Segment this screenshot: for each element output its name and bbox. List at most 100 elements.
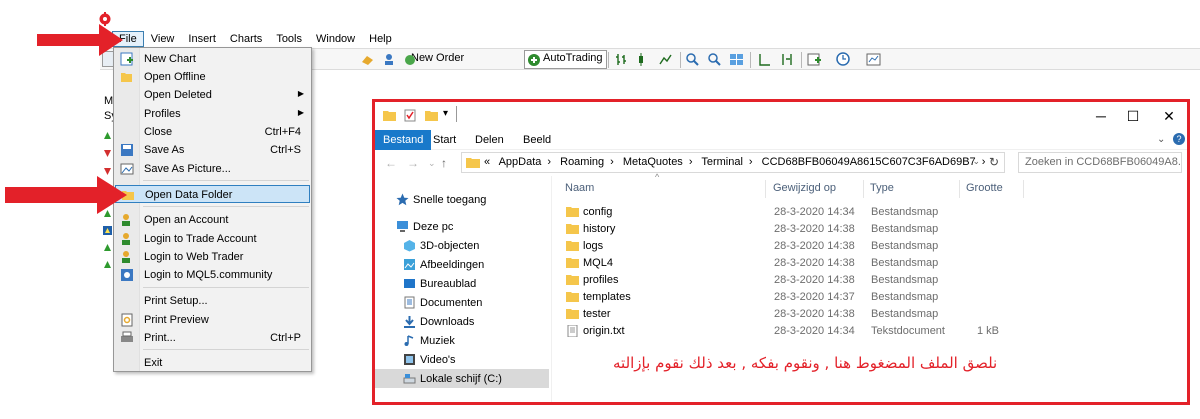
back-icon[interactable]: ← — [385, 156, 397, 170]
new-folder-icon[interactable] — [425, 109, 438, 122]
autotrading-icon — [528, 54, 540, 66]
nav-item-desktop[interactable]: Bureaublad — [375, 274, 549, 293]
breadcrumb-chevron-icon[interactable]: › — [749, 156, 753, 168]
menu-item-exit[interactable]: Exit — [115, 354, 310, 372]
menu-item-save-as[interactable]: Save As Ctrl+S — [115, 141, 310, 159]
templates-icon[interactable] — [866, 52, 881, 67]
menu-tools[interactable]: Tools — [269, 31, 309, 47]
nav-item-documents[interactable]: Documenten — [375, 293, 549, 312]
file-row[interactable]: MQL4 28-3-2020 14:38 Bestandsmap — [562, 255, 1002, 272]
file-row[interactable]: logs 28-3-2020 14:38 Bestandsmap — [562, 238, 1002, 255]
menu-item-close[interactable]: Close Ctrl+F4 — [115, 123, 310, 141]
breadcrumb-chevron-icon[interactable]: › — [547, 156, 551, 168]
tab-bestand[interactable]: Bestand — [375, 130, 432, 150]
breadcrumb-chevron-icon[interactable]: › — [610, 156, 614, 168]
indicators-icon[interactable] — [807, 52, 822, 67]
nav-item-3d-objects[interactable]: 3D-objecten — [375, 236, 549, 255]
line-chart-icon[interactable] — [658, 52, 673, 67]
market-watch-icon[interactable] — [360, 52, 375, 67]
autotrading-button[interactable]: AutoTrading — [524, 50, 607, 69]
file-row[interactable]: profiles 28-3-2020 14:38 Bestandsmap — [562, 272, 1002, 289]
candlestick-icon[interactable] — [636, 52, 651, 67]
menu-item-open-deleted[interactable]: Open Deleted ▶ — [115, 86, 310, 104]
menu-item-print-preview[interactable]: Print Preview — [115, 311, 310, 329]
refresh-icon[interactable]: ↻ — [989, 155, 999, 169]
column-header-modified[interactable]: Gewijzigd op — [773, 182, 836, 194]
tab-delen[interactable]: Delen — [467, 130, 512, 150]
customize-qa-icon[interactable]: ▾ — [443, 108, 448, 119]
file-row[interactable]: tester 28-3-2020 14:38 Bestandsmap — [562, 306, 1002, 323]
navigator-icon[interactable] — [382, 52, 397, 67]
tab-start[interactable]: Start — [425, 130, 464, 150]
chart-shift-icon[interactable] — [757, 52, 772, 67]
maximize-button[interactable]: ☐ — [1123, 106, 1143, 126]
menu-item-open-data-folder[interactable]: Open Data Folder — [115, 185, 310, 203]
nav-item-quick-access[interactable]: Snelle toegang — [375, 190, 549, 209]
signal-icon[interactable] — [403, 52, 418, 67]
menu-item-save-as-picture[interactable]: Save As Picture... — [115, 160, 310, 178]
menu-item-new-chart[interactable]: New Chart — [115, 50, 310, 68]
nav-item-videos[interactable]: Video's — [375, 350, 549, 369]
menu-item-open-offline[interactable]: Open Offline — [115, 68, 310, 86]
help-icon[interactable]: ? — [1173, 133, 1185, 145]
breadcrumb-terminal-id[interactable]: CCD68BFB06049A8615C607C3F6AD69B7 — [762, 156, 976, 168]
tile-windows-icon[interactable] — [729, 52, 744, 67]
ribbon-expand-icon[interactable]: ⌄ — [1157, 134, 1165, 145]
zoom-out-icon[interactable] — [707, 52, 722, 67]
breadcrumb-terminal[interactable]: Terminal — [701, 156, 743, 168]
recent-locations-icon[interactable]: ⌄ — [428, 158, 436, 169]
menu-insert[interactable]: Insert — [181, 31, 223, 47]
search-input[interactable]: Zoeken in CCD68BFB06049A8... — [1018, 152, 1182, 173]
autoscroll-icon[interactable] — [780, 52, 795, 67]
menu-separator — [143, 349, 309, 350]
up-icon[interactable]: ↑ — [441, 156, 447, 170]
nav-item-music[interactable]: Muziek — [375, 331, 549, 350]
column-header-name[interactable]: Naam — [565, 182, 594, 194]
pictures-icon — [404, 259, 415, 270]
column-header-type[interactable]: Type — [870, 182, 894, 194]
file-name: MQL4 — [583, 257, 613, 269]
breadcrumb-metaquotes[interactable]: MetaQuotes — [623, 156, 683, 168]
breadcrumb-appdata[interactable]: AppData — [499, 156, 542, 168]
properties-icon[interactable] — [404, 109, 417, 122]
menu-charts[interactable]: Charts — [223, 31, 269, 47]
nav-item-this-pc[interactable]: Deze pc — [375, 217, 549, 236]
nav-item-pictures[interactable]: Afbeeldingen — [375, 255, 549, 274]
menu-help[interactable]: Help — [362, 31, 399, 47]
minimize-button[interactable]: ─ — [1091, 106, 1111, 126]
file-row[interactable]: origin.txt 28-3-2020 14:34 Tekstdocument… — [562, 323, 1002, 340]
close-button[interactable]: ✕ — [1159, 106, 1179, 126]
breadcrumb-chevron-icon[interactable]: › — [689, 156, 693, 168]
menu-item-open-account[interactable]: Open an Account — [115, 211, 310, 229]
zoom-in-icon[interactable] — [685, 52, 700, 67]
tab-beeld[interactable]: Beeld — [515, 130, 559, 150]
column-separator[interactable] — [863, 180, 864, 198]
breadcrumb-roaming[interactable]: Roaming — [560, 156, 604, 168]
bar-chart-icon[interactable] — [614, 52, 629, 67]
column-separator[interactable] — [1023, 180, 1024, 198]
column-separator[interactable] — [959, 180, 960, 198]
periods-icon[interactable] — [836, 52, 851, 67]
menu-item-print-setup[interactable]: Print Setup... — [115, 292, 310, 310]
nav-item-downloads[interactable]: Downloads — [375, 312, 549, 331]
file-row[interactable]: config 28-3-2020 14:34 Bestandsmap — [562, 204, 1002, 221]
address-dropdown-icon[interactable]: ⌄ — [972, 156, 980, 167]
breadcrumb-chevron-icon[interactable]: › — [982, 156, 986, 168]
file-row[interactable]: templates 28-3-2020 14:37 Bestandsmap — [562, 289, 1002, 306]
menu-item-login-trade-account[interactable]: Login to Trade Account — [115, 230, 310, 248]
column-header-size[interactable]: Grootte — [966, 182, 1003, 194]
menu-item-login-mql5[interactable]: Login to MQL5.community — [115, 266, 310, 284]
menu-view[interactable]: View — [144, 31, 182, 47]
column-separator[interactable] — [765, 180, 766, 198]
breadcrumb-overflow[interactable]: « — [484, 156, 490, 168]
menu-item-login-web-trader[interactable]: Login to Web Trader — [115, 248, 310, 266]
address-bar[interactable]: « AppData › Roaming › MetaQuotes › Terminal… — [461, 152, 1005, 173]
menu-item-print[interactable]: Print... Ctrl+P — [115, 329, 310, 347]
menu-item-profiles[interactable]: Profiles ▶ — [115, 105, 310, 123]
file-row[interactable]: history 28-3-2020 14:38 Bestandsmap — [562, 221, 1002, 238]
music-icon — [404, 335, 414, 346]
menu-window[interactable]: Window — [309, 31, 362, 47]
nav-item-local-disk[interactable]: Lokale schijf (C:) — [375, 369, 549, 388]
forward-icon[interactable]: → — [407, 156, 419, 170]
new-order-button[interactable]: New Order — [411, 52, 464, 64]
